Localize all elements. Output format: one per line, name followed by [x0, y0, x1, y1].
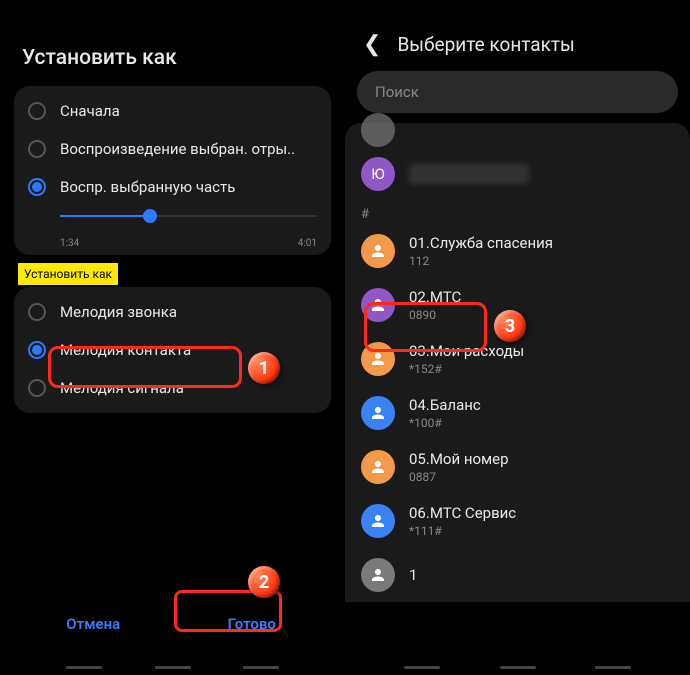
list-item[interactable]: 1 — [345, 548, 690, 602]
option-label: Сначала — [60, 102, 317, 120]
footer-buttons: Отмена Готово — [14, 603, 331, 645]
back-icon[interactable]: ❮ — [363, 32, 381, 57]
playback-card: Сначала Воспроизведение выбран. отры.. В… — [14, 86, 331, 255]
option-label: Мелодия звонка — [60, 303, 317, 321]
option-label: Мелодия сигнала — [60, 379, 317, 397]
avatar — [361, 234, 395, 268]
set-as-ringtone[interactable]: Мелодия звонка — [14, 293, 331, 331]
list-item[interactable]: 04.Баланс *100# — [345, 386, 690, 440]
contact-sub: 0890 — [409, 308, 461, 322]
search-input[interactable]: Поиск — [357, 71, 678, 113]
slider-thumb[interactable] — [143, 209, 157, 223]
contact-name: 01.Служба спасения — [409, 234, 553, 252]
playback-option-from-start[interactable]: Сначала — [14, 92, 331, 130]
list-item[interactable] — [345, 127, 690, 147]
done-button[interactable]: Готово — [173, 603, 332, 645]
avatar — [361, 288, 395, 322]
screen-set-as: Установить как Сначала Воспроизведение в… — [0, 24, 345, 675]
contact-list: Ю # 01.Служба спасения 112 02.МТС 0890 03.… — [345, 123, 690, 602]
avatar — [361, 113, 395, 147]
page-title: Установить как — [14, 24, 331, 86]
contact-name: 06.МТС Сервис — [409, 504, 516, 522]
list-item[interactable]: 05.Мой номер 0887 — [345, 440, 690, 494]
option-label: Воспроизведение выбран. отры.. — [60, 140, 317, 158]
contact-name: 05.Мой номер — [409, 450, 509, 468]
radio-icon — [28, 341, 46, 359]
contact-sub: *152# — [409, 362, 524, 376]
avatar — [361, 504, 395, 538]
avatar — [361, 342, 395, 376]
contact-sub: 112 — [409, 254, 553, 268]
avatar: Ю — [361, 157, 395, 191]
option-label: Воспр. выбранную часть — [60, 178, 317, 196]
playback-option-selected-fragment[interactable]: Воспроизведение выбран. отры.. — [14, 130, 331, 168]
list-item[interactable]: 06.МТС Сервис *111# — [345, 494, 690, 548]
list-item[interactable]: Ю — [345, 147, 690, 201]
radio-icon — [28, 303, 46, 321]
step-badge-2: 2 — [248, 566, 280, 598]
step-badge-1: 1 — [248, 352, 280, 384]
radio-icon — [28, 178, 46, 196]
screen-select-contacts: ❮ Выберите контакты Поиск Ю # 01.Служба … — [345, 12, 690, 675]
step-badge-3: 3 — [494, 310, 526, 342]
annotation-tag: Установить как — [18, 263, 118, 285]
avatar — [361, 558, 395, 592]
contact-name: 02.МТС — [409, 288, 461, 306]
time-start: 1:34 — [60, 238, 79, 249]
time-labels: 1:34 4:01 — [14, 234, 331, 249]
radio-icon — [28, 140, 46, 158]
radio-icon — [28, 379, 46, 397]
set-as-alarm[interactable]: Мелодия сигнала — [14, 369, 331, 407]
nav-bar — [14, 666, 331, 669]
section-header: # — [345, 201, 690, 224]
time-end: 4:01 — [298, 238, 317, 249]
cancel-button[interactable]: Отмена — [14, 603, 173, 645]
list-item[interactable]: 01.Служба спасения 112 — [345, 224, 690, 278]
option-label: Мелодия контакта — [60, 341, 317, 359]
header: ❮ Выберите контакты — [345, 12, 690, 71]
contact-name: 03.Мои расходы — [409, 342, 524, 360]
header-title: Выберите контакты — [397, 33, 574, 56]
set-as-card: Мелодия звонка Мелодия контакта Мелодия … — [14, 287, 331, 413]
avatar — [361, 396, 395, 430]
contact-sub: 0887 — [409, 470, 509, 484]
audio-slider[interactable] — [14, 206, 331, 234]
avatar — [361, 450, 395, 484]
playback-option-selected-part[interactable]: Воспр. выбранную часть — [14, 168, 331, 206]
contact-name: 04.Баланс — [409, 396, 481, 414]
contact-sub: *111# — [409, 524, 516, 538]
set-as-contact-melody[interactable]: Мелодия контакта — [14, 331, 331, 369]
blurred-name — [409, 164, 529, 184]
contact-sub: *100# — [409, 416, 481, 430]
contact-name: 1 — [409, 566, 417, 584]
radio-icon — [28, 102, 46, 120]
nav-bar — [345, 666, 690, 669]
